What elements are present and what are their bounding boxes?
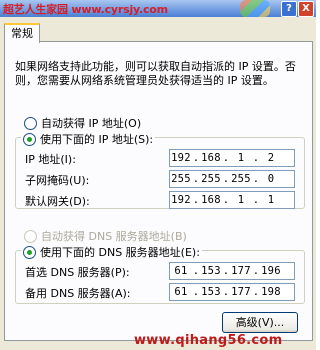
octet: 192 — [171, 194, 191, 206]
auto-dns-label: 自动获得 DNS 服务器地址(B) — [41, 230, 187, 243]
octet: 198 — [261, 286, 281, 298]
octet: 177 — [231, 265, 251, 277]
radio-checked-icon — [23, 132, 36, 146]
radio-disabled-icon — [24, 229, 37, 243]
octet: 1 — [237, 194, 245, 206]
subnet-mask-label: 子网掩码(U): — [25, 174, 90, 187]
octet: 2 — [267, 152, 275, 164]
help-button[interactable]: ? — [281, 1, 297, 17]
radio-icon — [24, 116, 37, 130]
auto-dns-radio[interactable]: 自动获得 DNS 服务器地址(B) — [24, 228, 187, 244]
description-text: 如果网络支持此功能，则可以获取自动指派的 IP 设置。否则，您需要从网络系统管理… — [15, 60, 296, 87]
dialog-body: 常规 如果网络支持此功能，则可以获取自动指派的 IP 设置。否则，您需要从网络系… — [0, 17, 316, 350]
default-gateway-field[interactable]: 192. 168. 1. 1 — [169, 191, 295, 209]
octet: 1 — [267, 194, 275, 206]
octet: 168 — [201, 194, 221, 206]
auto-ip-radio[interactable]: 自动获得 IP 地址(O) — [24, 115, 141, 131]
alternate-dns-field[interactable]: 61. 153. 177. 198 — [169, 283, 295, 301]
manual-ip-label: 使用下面的 IP 地址(S): — [40, 133, 154, 146]
advanced-button[interactable]: 高级(V)... — [222, 312, 298, 333]
tab-general[interactable]: 常规 — [4, 23, 40, 43]
watermark-top: 超艺人生家园 www.cyrsjy.com — [3, 3, 168, 16]
manual-ip-radio[interactable]: 使用下面的 IP 地址(S): — [21, 131, 156, 147]
manual-dns-radio[interactable]: 使用下面的 DNS 服务器地址(E): — [21, 244, 202, 260]
octet: 177 — [231, 286, 251, 298]
manual-dns-label: 使用下面的 DNS 服务器地址(E): — [40, 246, 200, 259]
tab-panel: 如果网络支持此功能，则可以获取自动指派的 IP 设置。否则，您需要从网络系统管理… — [4, 41, 313, 341]
auto-ip-label: 自动获得 IP 地址(O) — [41, 117, 142, 130]
windows-logo-icon — [240, 0, 270, 17]
radio-checked-icon — [23, 245, 36, 259]
octet: 255 — [171, 173, 191, 185]
preferred-dns-label: 首选 DNS 服务器(P): — [25, 266, 130, 279]
preferred-dns-field[interactable]: 61. 153. 177. 196 — [169, 262, 295, 280]
default-gateway-label: 默认网关(D): — [25, 195, 90, 208]
octet: 61 — [174, 265, 188, 277]
octet: 153 — [201, 265, 221, 277]
octet: 196 — [261, 265, 281, 277]
title-bar: 超艺人生家园 www.cyrsjy.com ? X — [0, 0, 316, 17]
watermark-bottom: www.qihang56.com — [134, 333, 283, 348]
octet: 0 — [267, 173, 275, 185]
octet: 168 — [201, 152, 221, 164]
ip-address-label: IP 地址(I): — [25, 153, 76, 166]
alternate-dns-label: 备用 DNS 服务器(A): — [25, 287, 131, 300]
octet: 192 — [171, 152, 191, 164]
octet: 1 — [237, 152, 245, 164]
octet: 153 — [201, 286, 221, 298]
subnet-mask-field[interactable]: 255. 255. 255. 0 — [169, 170, 295, 188]
octet: 61 — [174, 286, 188, 298]
octet: 255 — [201, 173, 221, 185]
close-button[interactable]: X — [298, 1, 314, 17]
ip-address-field[interactable]: 192. 168. 1. 2 — [169, 149, 295, 167]
octet: 255 — [231, 173, 251, 185]
